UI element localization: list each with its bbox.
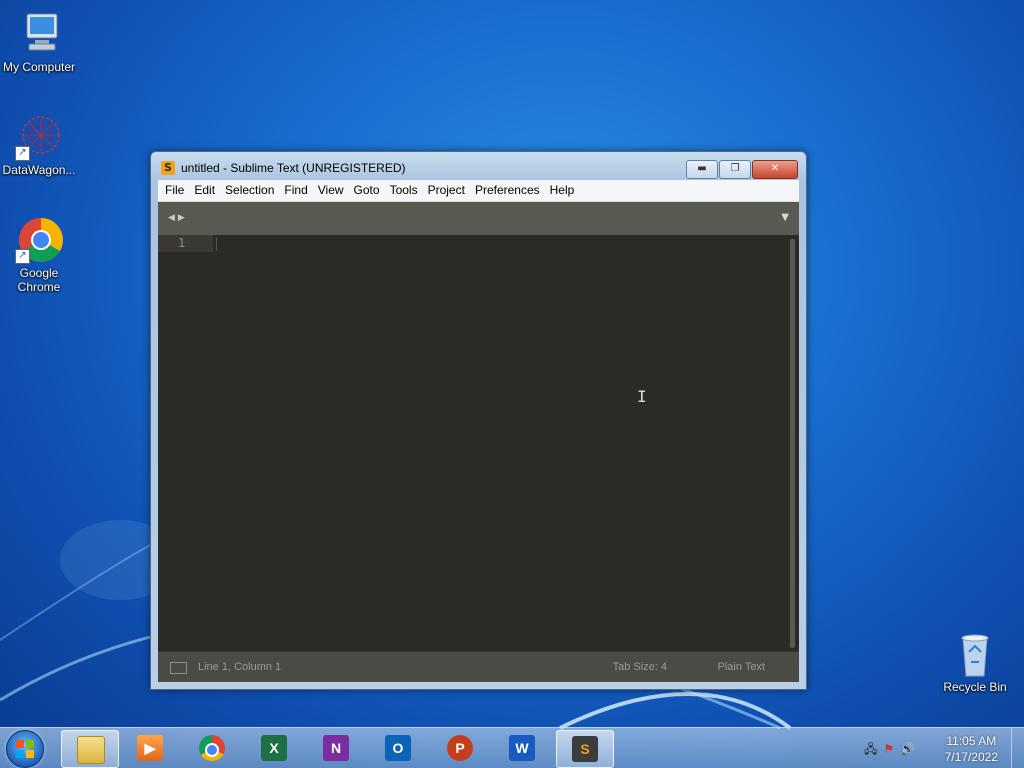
status-bar: Line 1, Column 1 Tab Size: 4 Plain Text <box>158 651 799 682</box>
menu-selection[interactable]: Selection <box>220 180 279 201</box>
text-caret <box>216 237 217 251</box>
clock-date: 7/17/2022 <box>944 750 998 764</box>
taskbar-explorer[interactable] <box>61 730 119 768</box>
menu-edit[interactable]: Edit <box>189 180 220 201</box>
panel-toggle-icon[interactable] <box>170 662 187 674</box>
outlook-icon: O <box>385 735 411 761</box>
desktop-icon-label: DataWagon... <box>2 163 76 177</box>
datawagon-icon: ↗ <box>15 113 63 161</box>
close-icon: ✕ <box>770 163 780 174</box>
volume-icon[interactable]: 🔊 <box>900 742 921 756</box>
sublime-text-icon: S <box>572 736 598 762</box>
excel-icon: X <box>261 735 287 761</box>
editor-area[interactable]: 1 I <box>158 235 799 652</box>
taskbar-powerpoint[interactable]: P <box>432 730 488 766</box>
chrome-icon: ↗ <box>15 216 63 264</box>
taskbar-outlook[interactable]: O <box>370 730 426 766</box>
clock[interactable]: 11:05 AM 7/17/2022 <box>945 733 998 765</box>
menu-project[interactable]: Project <box>423 180 470 201</box>
shortcut-arrow-icon: ↗ <box>15 249 30 264</box>
network-icon[interactable]: 🖧 <box>864 742 883 756</box>
tab-nav-arrows-icon[interactable]: ◀▶ <box>168 213 188 223</box>
taskbar-media-player[interactable]: ▶ <box>122 730 178 766</box>
desktop-icon-google-chrome[interactable]: ↗ Google Chrome <box>0 216 78 294</box>
shortcut-arrow-icon: ↗ <box>15 146 30 161</box>
vertical-scrollbar[interactable] <box>790 239 795 648</box>
onenote-icon: N <box>323 735 349 761</box>
menu-preferences[interactable]: Preferences <box>470 180 545 201</box>
current-line-gutter <box>158 235 213 252</box>
taskbar-word[interactable]: W <box>494 730 550 766</box>
system-tray: 🖧⚑🔊 11:05 AM 7/17/2022 <box>854 728 1024 768</box>
desktop-icon-label: My Computer <box>2 60 76 74</box>
chrome-icon <box>199 735 225 761</box>
menu-find[interactable]: Find <box>279 180 312 201</box>
tab-dropdown-icon[interactable]: ▼ <box>781 212 789 223</box>
word-icon: W <box>509 735 535 761</box>
menu-file[interactable]: File <box>160 180 189 201</box>
status-syntax[interactable]: Plain Text <box>718 661 766 673</box>
status-tab-size[interactable]: Tab Size: 4 <box>613 661 667 673</box>
desktop-icon-label: Recycle Bin <box>943 680 1007 694</box>
sublime-app-icon: S <box>161 161 175 175</box>
desktop-icon-label: Google Chrome <box>17 266 61 294</box>
recycle-bin-icon <box>951 630 999 678</box>
menu-help[interactable]: Help <box>545 180 580 201</box>
restore-button[interactable]: ❐ <box>719 160 751 179</box>
desktop-icon-my-computer[interactable]: My Computer <box>0 10 78 74</box>
media-player-icon: ▶ <box>137 735 163 761</box>
show-desktop-button[interactable] <box>1011 728 1024 768</box>
taskbar-sublime-text[interactable]: S <box>556 730 614 768</box>
minimize-icon: ▬ <box>697 163 707 174</box>
taskbar-excel[interactable]: X <box>246 730 302 766</box>
taskbar-onenote[interactable]: N <box>308 730 364 766</box>
status-cursor-position: Line 1, Column 1 <box>198 661 282 673</box>
window-client-area: File Edit Selection Find View Goto Tools… <box>158 180 799 682</box>
clock-time: 11:05 AM <box>946 734 997 748</box>
close-button[interactable]: ✕ <box>752 160 798 179</box>
menu-bar: File Edit Selection Find View Goto Tools… <box>158 180 799 202</box>
menu-tools[interactable]: Tools <box>385 180 423 201</box>
taskbar-chrome[interactable] <box>184 730 240 766</box>
minimize-button[interactable]: ▬ <box>686 160 718 179</box>
folder-icon <box>77 736 105 764</box>
window-title: untitled - Sublime Text (UNREGISTERED) <box>181 161 406 175</box>
action-center-flag-icon[interactable]: ⚑ <box>883 742 900 756</box>
computer-icon <box>15 10 63 58</box>
menu-goto[interactable]: Goto <box>349 180 385 201</box>
start-button[interactable] <box>6 730 44 768</box>
desktop-icon-recycle-bin[interactable]: Recycle Bin <box>936 630 1014 694</box>
menu-view[interactable]: View <box>313 180 349 201</box>
desktop-icon-datawagon[interactable]: ↗ DataWagon... <box>0 113 78 177</box>
tab-bar: ◀▶ ▼ <box>158 202 799 235</box>
windows-logo-icon <box>16 740 34 758</box>
window-titlebar[interactable]: S untitled - Sublime Text (UNREGISTERED)… <box>151 152 806 180</box>
powerpoint-icon: P <box>447 735 473 761</box>
ibeam-cursor-icon: I <box>637 387 647 406</box>
sublime-text-window[interactable]: S untitled - Sublime Text (UNREGISTERED)… <box>150 151 807 690</box>
line-number: 1 <box>178 236 186 250</box>
taskbar: ▶ X N O P W S 🖧⚑🔊 11:05 AM 7/17/2022 <box>0 727 1024 768</box>
caption-buttons: ▬ ❐ ✕ <box>686 160 798 179</box>
restore-icon: ❐ <box>730 163 740 174</box>
tray-icons: 🖧⚑🔊 <box>864 740 921 761</box>
